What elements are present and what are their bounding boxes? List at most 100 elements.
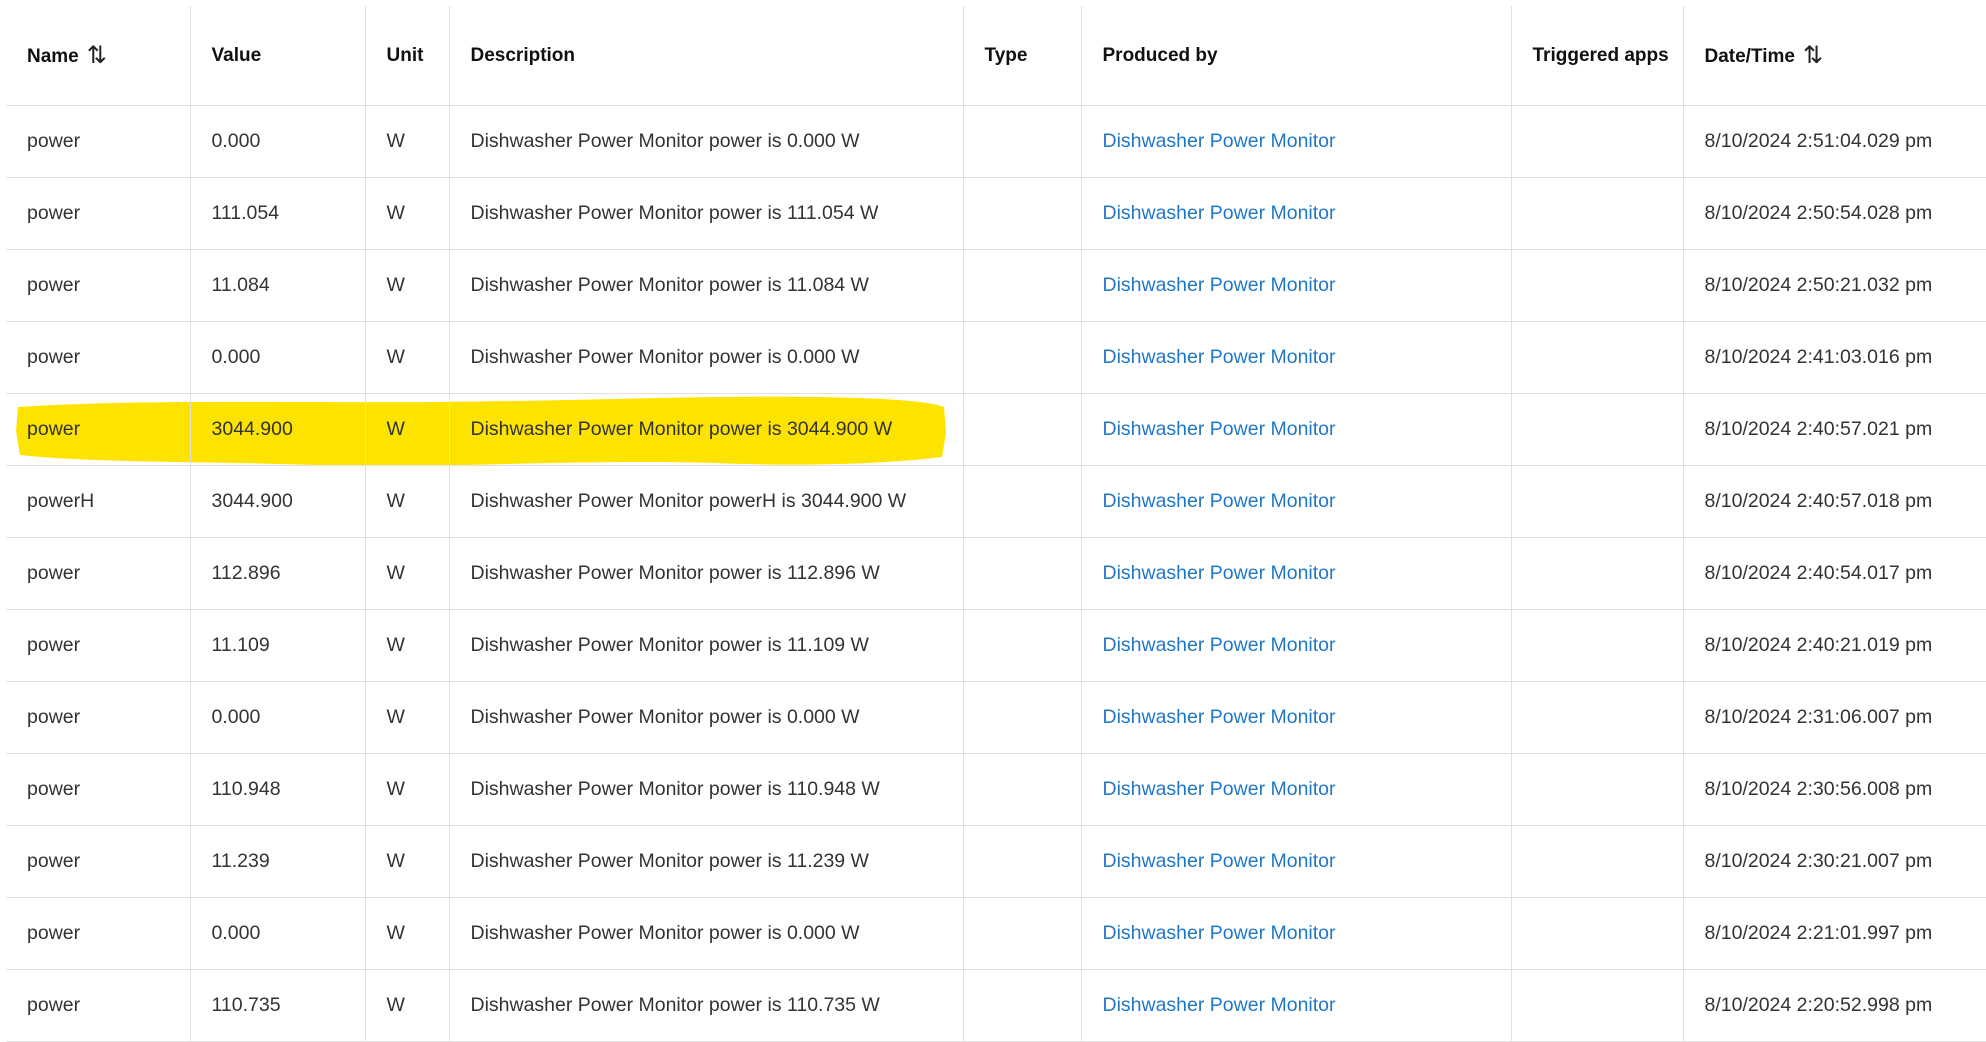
cell-value: 11.109 [189, 609, 366, 682]
table-header-row: Name ⇅ Value Unit Description Type Produc… [6, 6, 1986, 106]
produced-by-link[interactable]: Dishwasher Power Monitor [1103, 562, 1336, 584]
cell-description: Dishwasher Power Monitor power is 112.89… [448, 537, 964, 610]
cell-triggered-apps [1510, 537, 1684, 610]
cell-unit: W [364, 105, 450, 178]
cell-name: power [6, 681, 191, 754]
column-header-type: Type [962, 6, 1082, 106]
cell-value-text: 112.896 [211, 562, 281, 584]
cell-unit: W [364, 465, 450, 538]
cell-unit-text: W [386, 778, 405, 800]
cell-description-text: Dishwasher Power Monitor power is 111.05… [470, 202, 879, 224]
produced-by-link[interactable]: Dishwasher Power Monitor [1103, 778, 1336, 800]
cell-value: 0.000 [189, 105, 366, 178]
cell-unit: W [364, 753, 450, 826]
cell-unit-text: W [386, 850, 405, 872]
cell-name: power [6, 321, 191, 394]
column-header-triggered-apps: Triggered apps [1510, 6, 1684, 106]
cell-datetime-text: 8/10/2024 2:40:57.021 pm [1704, 418, 1933, 440]
column-header-name[interactable]: Name ⇅ [6, 6, 191, 106]
produced-by-link[interactable]: Dishwasher Power Monitor [1103, 922, 1336, 944]
cell-name: power [6, 177, 191, 250]
cell-produced-by: Dishwasher Power Monitor [1080, 897, 1512, 970]
cell-datetime-text: 8/10/2024 2:40:21.019 pm [1704, 634, 1933, 656]
cell-value-text: 0.000 [211, 130, 261, 152]
events-table-body: power 0.000 W Dishwasher Power Monitor powe… [6, 105, 1986, 1042]
cell-triggered-apps [1510, 825, 1684, 898]
cell-produced-by: Dishwasher Power Monitor [1080, 321, 1512, 394]
cell-description: Dishwasher Power Monitor power is 0.000 … [448, 897, 964, 970]
sort-icon[interactable]: ⇅ [1803, 41, 1823, 70]
produced-by-link[interactable]: Dishwasher Power Monitor [1103, 202, 1336, 224]
cell-triggered-apps [1510, 249, 1684, 322]
cell-triggered-apps [1510, 753, 1684, 826]
produced-by-link[interactable]: Dishwasher Power Monitor [1103, 130, 1336, 152]
cell-produced-by: Dishwasher Power Monitor [1080, 825, 1512, 898]
produced-by-link[interactable]: Dishwasher Power Monitor [1103, 850, 1336, 872]
table-row: power 0.000 W Dishwasher Power Monitor powe… [6, 105, 1986, 178]
cell-type [962, 177, 1082, 250]
column-header-value: Value [189, 6, 366, 106]
cell-description-text: Dishwasher Power Monitor power is 112.89… [470, 562, 880, 584]
cell-value: 111.054 [189, 177, 366, 250]
cell-datetime-text: 8/10/2024 2:30:21.007 pm [1704, 850, 1933, 872]
cell-name-text: power [27, 202, 81, 224]
cell-triggered-apps [1510, 897, 1684, 970]
cell-name: power [6, 825, 191, 898]
cell-datetime-text: 8/10/2024 2:31:06.007 pm [1704, 706, 1933, 728]
cell-description-text: Dishwasher Power Monitor power is 3044.9… [470, 418, 893, 440]
cell-unit: W [364, 177, 450, 250]
cell-datetime-text: 8/10/2024 2:21:01.997 pm [1704, 922, 1933, 944]
cell-name-text: powerH [27, 490, 95, 512]
cell-name-text: power [27, 778, 81, 800]
produced-by-link[interactable]: Dishwasher Power Monitor [1103, 346, 1336, 368]
cell-datetime-text: 8/10/2024 2:20:52.998 pm [1704, 994, 1933, 1016]
cell-unit-text: W [386, 418, 405, 440]
table-row: power 111.054 W Dishwasher Power Monitor po… [6, 177, 1986, 250]
column-header-datetime[interactable]: Date/Time ⇅ [1682, 6, 1986, 106]
cell-datetime-text: 8/10/2024 2:30:56.008 pm [1704, 778, 1933, 800]
cell-unit: W [364, 249, 450, 322]
cell-description: Dishwasher Power Monitor power is 3044.9… [448, 393, 964, 466]
cell-description: Dishwasher Power Monitor power is 0.000 … [448, 105, 964, 178]
produced-by-link[interactable]: Dishwasher Power Monitor [1103, 490, 1336, 512]
cell-datetime-text: 8/10/2024 2:51:04.029 pm [1704, 130, 1933, 152]
cell-description-text: Dishwasher Power Monitor power is 110.94… [470, 778, 880, 800]
cell-description: Dishwasher Power Monitor power is 110.73… [448, 969, 964, 1042]
cell-unit: W [364, 825, 450, 898]
cell-produced-by: Dishwasher Power Monitor [1080, 393, 1512, 466]
cell-datetime-text: 8/10/2024 2:40:54.017 pm [1704, 562, 1933, 584]
cell-name-text: power [27, 706, 81, 728]
cell-value: 112.896 [189, 537, 366, 610]
cell-description-text: Dishwasher Power Monitor power is 0.000 … [470, 706, 860, 728]
cell-value-text: 110.735 [211, 994, 281, 1016]
cell-datetime: 8/10/2024 2:40:54.017 pm [1682, 537, 1986, 610]
cell-unit-text: W [386, 634, 405, 656]
cell-triggered-apps [1510, 609, 1684, 682]
cell-triggered-apps [1510, 681, 1684, 754]
cell-type [962, 825, 1082, 898]
cell-value-text: 0.000 [211, 706, 261, 728]
cell-value-text: 110.948 [211, 778, 281, 800]
cell-description-text: Dishwasher Power Monitor power is 0.000 … [470, 130, 860, 152]
cell-triggered-apps [1510, 105, 1684, 178]
cell-datetime: 8/10/2024 2:51:04.029 pm [1682, 105, 1986, 178]
cell-type [962, 753, 1082, 826]
cell-name-text: power [27, 562, 81, 584]
cell-datetime: 8/10/2024 2:20:52.998 pm [1682, 969, 1986, 1042]
table-row: power 11.109 W Dishwasher Power Monitor pow… [6, 609, 1986, 682]
produced-by-link[interactable]: Dishwasher Power Monitor [1103, 994, 1336, 1016]
cell-name: power [6, 897, 191, 970]
cell-unit-text: W [386, 562, 405, 584]
sort-icon[interactable]: ⇅ [87, 41, 107, 70]
produced-by-link[interactable]: Dishwasher Power Monitor [1103, 274, 1336, 296]
produced-by-link[interactable]: Dishwasher Power Monitor [1103, 706, 1336, 728]
cell-produced-by: Dishwasher Power Monitor [1080, 177, 1512, 250]
cell-value: 110.735 [189, 969, 366, 1042]
cell-datetime: 8/10/2024 2:30:21.007 pm [1682, 825, 1986, 898]
produced-by-link[interactable]: Dishwasher Power Monitor [1103, 418, 1336, 440]
cell-unit-text: W [386, 130, 405, 152]
produced-by-link[interactable]: Dishwasher Power Monitor [1103, 634, 1336, 656]
cell-produced-by: Dishwasher Power Monitor [1080, 537, 1512, 610]
column-header-type-label: Type [984, 44, 1028, 66]
cell-name-text: power [27, 634, 81, 656]
